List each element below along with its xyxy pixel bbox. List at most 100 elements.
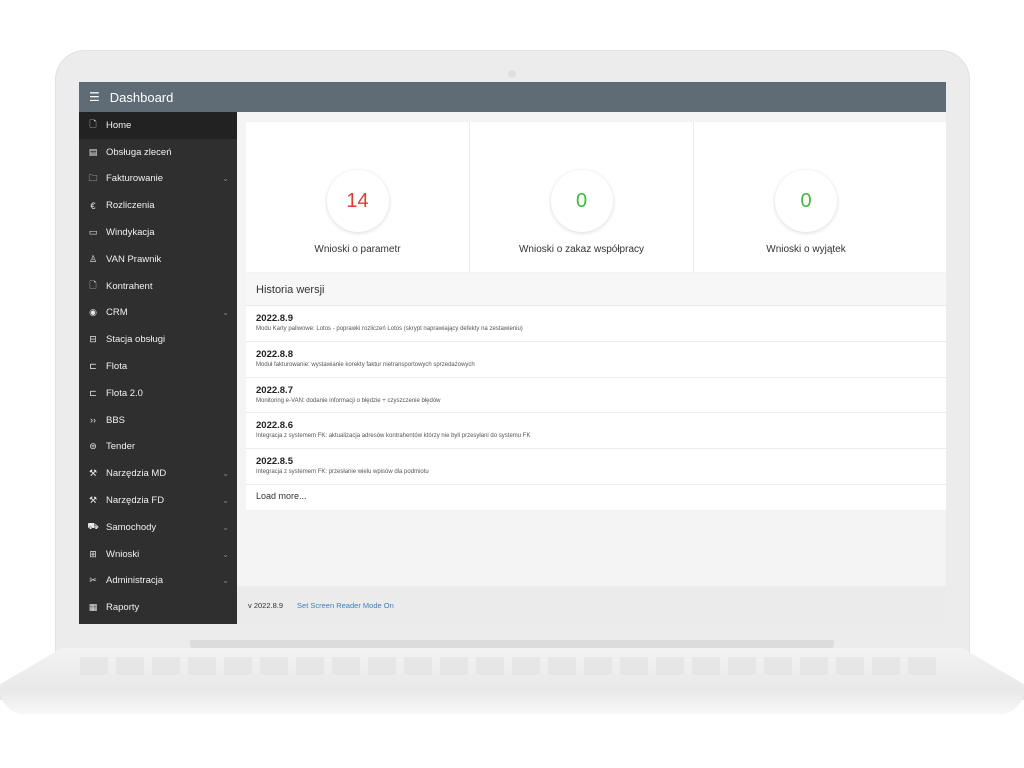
sidebar-item-raporty[interactable]: ▦ Raporty <box>79 594 237 621</box>
list-icon: ▤ <box>88 146 98 157</box>
camera-icon <box>508 70 516 78</box>
sidebar-item-flota[interactable]: ⊏ Flota <box>79 353 237 380</box>
version-history: Historia wersji 2022.8.9 Modu Karty paliw… <box>246 274 946 510</box>
version-number: 2022.8.5 <box>256 456 293 468</box>
sidebar-item-fakturowanie[interactable]: 🗀 Fakturowanie ⌄ <box>79 166 237 193</box>
sidebar-item-label: BBS <box>106 414 126 426</box>
app-screen: ☰ Dashboard 🗋 Home ▤ Obsługa zleceń 🗀 Fakturo… <box>79 82 946 624</box>
keyboard <box>80 657 944 675</box>
version-description: Integracja z systemem FK: aktualizacja a… <box>256 433 531 440</box>
wrench-icon: ⚒ <box>88 468 98 479</box>
load-more-button[interactable]: Load more... <box>246 485 946 507</box>
sidebar: 🗋 Home ▤ Obsługa zleceń 🗀 Fakturowanie ⌄ € Rozli… <box>79 112 237 624</box>
chevron-down-icon: ⌄ <box>222 549 229 559</box>
footer: v 2022.8.9 Set Screen Reader Mode On <box>237 586 946 624</box>
chevron-down-icon: ⌄ <box>222 174 229 184</box>
sidebar-item-windykacja[interactable]: ▭ Windykacja <box>79 219 237 246</box>
hamburger-icon[interactable]: ☰ <box>89 90 100 104</box>
chevron-down-icon: ⌄ <box>222 576 229 586</box>
sidebar-item-stacja-obsługi[interactable]: ⊟ Stacja obsługi <box>79 326 237 353</box>
sidebar-item-label: Obsługa zleceń <box>106 146 172 158</box>
laptop-base-front <box>0 690 1024 714</box>
sidebar-item-crm[interactable]: ◉ CRM ⌄ <box>79 300 237 327</box>
version-entry: 2022.8.7 Monitoring e-VAN: dodanie inform… <box>246 378 946 414</box>
page-title: Dashboard <box>109 89 174 105</box>
box-icon: ⊜ <box>89 441 97 452</box>
truck-icon: ⊏ <box>89 387 97 398</box>
file-icon: 🗋 <box>89 280 97 291</box>
version-history-title: Historia wersji <box>246 274 946 306</box>
sidebar-item-label: Flota 2.0 <box>106 387 143 399</box>
stat-card[interactable]: 0 Wnioski o wyjątek <box>694 122 918 272</box>
bus-icon: ⊟ <box>89 334 97 345</box>
sidebar-item-label: Administracja <box>106 575 164 587</box>
sidebar-item-narzędzia-fd[interactable]: ⚒ Narzędzia FD ⌄ <box>79 487 237 514</box>
chevron-down-icon: ⌄ <box>222 308 229 318</box>
chevron-down-icon: ⌄ <box>222 522 229 532</box>
app-version: v 2022.8.9 <box>248 600 284 610</box>
sidebar-item-wnioski[interactable]: ⊞ Wnioski ⌄ <box>79 541 237 568</box>
tools-icon: ✂ <box>89 575 97 586</box>
sidebar-item-home[interactable]: 🗋 Home <box>79 112 237 139</box>
report-icon: ▦ <box>88 602 98 613</box>
version-number: 2022.8.9 <box>256 313 293 324</box>
sidebar-item-administracja[interactable]: ✂ Administracja ⌄ <box>79 568 237 595</box>
version-entry: 2022.8.8 Moduł fakturowanie: wystawianie … <box>246 342 946 378</box>
version-description: Monitoring e-VAN: dodanie informacji o b… <box>256 397 441 404</box>
sidebar-item-samochody[interactable]: ⛟ Samochody ⌄ <box>79 514 237 541</box>
sidebar-item-label: Narzędzia FD <box>106 495 165 507</box>
sidebar-item-label: Stacja obsługi <box>106 334 166 346</box>
sidebar-item-label: Samochody <box>106 521 157 533</box>
sidebar-item-label: Home <box>106 119 132 131</box>
folder-icon: 🗀 <box>88 172 98 183</box>
car-icon: ⛟ <box>87 521 99 532</box>
screen-reader-mode-link[interactable]: Set Screen Reader Mode On <box>297 601 394 610</box>
sidebar-item-label: Kontrahent <box>106 280 153 292</box>
sidebar-item-tender[interactable]: ⊜ Tender <box>79 434 237 461</box>
stat-label: Wnioski o wyjątek <box>766 244 846 255</box>
version-number: 2022.8.7 <box>256 384 293 396</box>
sidebar-item-label: Tender <box>106 441 136 453</box>
version-description: Modu Karty paliwowe: Lotos - poprawki ro… <box>256 326 523 332</box>
sidebar-item-label: Fakturowanie <box>106 173 164 185</box>
sidebar-item-obsługa-zleceń[interactable]: ▤ Obsługa zleceń <box>79 139 237 166</box>
stats-panel: 14 Wnioski o parametr 0 Wnioski o zakaz wsp… <box>246 122 946 272</box>
version-history-list: 2022.8.9 Modu Karty paliwowe: Lotos - pop… <box>246 306 946 485</box>
sidebar-item-narzędzia-md[interactable]: ⚒ Narzędzia MD ⌄ <box>79 460 237 487</box>
person-icon: ♙ <box>88 253 98 264</box>
double-chevron-icon: ›› <box>90 415 96 426</box>
stat-count: 14 <box>326 170 389 232</box>
version-description: Integracja z systemem FK: przesłanie wie… <box>256 469 429 476</box>
truck-icon: ⊏ <box>89 361 97 372</box>
stat-count: 0 <box>550 170 613 232</box>
version-entry: 2022.8.6 Integracja z systemem FK: aktual… <box>246 413 946 450</box>
sidebar-item-label: VAN Prawnik <box>106 253 162 265</box>
stat-label: Wnioski o zakaz współpracy <box>518 244 645 255</box>
version-description: Moduł fakturowanie: wystawianie korekty … <box>256 361 475 368</box>
version-number: 2022.8.8 <box>256 348 293 360</box>
sidebar-item-kontrahent[interactable]: 🗋 Kontrahent <box>79 273 237 300</box>
sidebar-item-label: Raporty <box>106 602 140 614</box>
book-icon: ⊞ <box>89 548 97 559</box>
euro-icon: € <box>90 200 96 211</box>
sidebar-item-label: Wnioski <box>106 548 140 560</box>
main-content: 14 Wnioski o parametr 0 Wnioski o zakaz wsp… <box>237 112 946 624</box>
sidebar-item-flota-2-0[interactable]: ⊏ Flota 2.0 <box>79 380 237 407</box>
card-icon: ▭ <box>88 227 98 238</box>
version-number: 2022.8.6 <box>256 420 293 432</box>
stat-count: 0 <box>775 170 837 232</box>
file-icon: 🗋 <box>89 119 97 130</box>
top-bar: ☰ Dashboard <box>79 82 946 112</box>
stat-card[interactable]: 14 Wnioski o parametr <box>246 122 470 272</box>
sidebar-item-bbs[interactable]: ›› BBS <box>79 407 237 434</box>
sidebar-item-label: Rozliczenia <box>106 200 155 212</box>
version-entry: 2022.8.5 Integracja z systemem FK: przesł… <box>246 449 946 485</box>
wrench-icon: ⚒ <box>88 495 98 506</box>
stat-card[interactable]: 0 Wnioski o zakaz współpracy <box>470 122 694 272</box>
sidebar-item-rozliczenia[interactable]: € Rozliczenia <box>79 192 237 219</box>
chevron-down-icon: ⌄ <box>222 496 229 506</box>
sidebar-item-label: Narzędzia MD <box>106 468 167 480</box>
sidebar-item-label: Flota <box>106 361 128 373</box>
sidebar-item-van-prawnik[interactable]: ♙ VAN Prawnik <box>79 246 237 273</box>
sidebar-item-label: Windykacja <box>106 227 155 239</box>
